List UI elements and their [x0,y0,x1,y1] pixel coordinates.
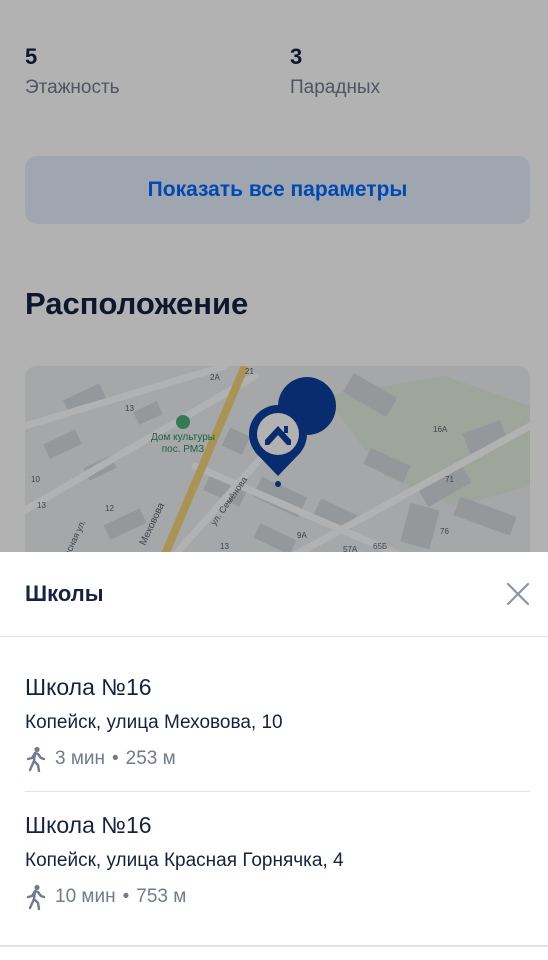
school-name: Школа №16 [25,674,152,700]
walk-distance: 253 м [125,748,176,769]
list-item[interactable]: Школа №16 Копейск, улица Меховова, 10 3 … [25,672,530,772]
walk-time: 3 мин [55,748,106,769]
school-address: Копейск, улица Красная Горнячка, 4 [25,850,344,871]
school-name: Школа №16 [25,812,152,838]
list-divider [25,791,530,792]
sheet-title: Школы [25,581,104,606]
bullet-separator: • [122,886,130,907]
walk-time: 10 мин [55,886,116,907]
bullet-separator: • [112,748,119,769]
bottom-divider [0,945,548,947]
sheet-header: Школы [0,552,548,637]
close-button[interactable] [500,576,536,612]
close-icon [506,582,530,606]
schools-bottom-sheet: Школы Школа №16 Копейск, улица Меховова,… [0,552,548,960]
school-distance-row: 10 мин • 753 м [25,884,530,910]
walking-person-icon [26,884,46,910]
school-address: Копейск, улица Меховова, 10 [25,712,283,733]
walking-person-icon [26,746,46,772]
list-item[interactable]: Школа №16 Копейск, улица Красная Горнячк… [25,810,530,910]
walk-distance: 753 м [136,886,187,907]
school-distance-row: 3 мин • 253 м [25,746,530,772]
